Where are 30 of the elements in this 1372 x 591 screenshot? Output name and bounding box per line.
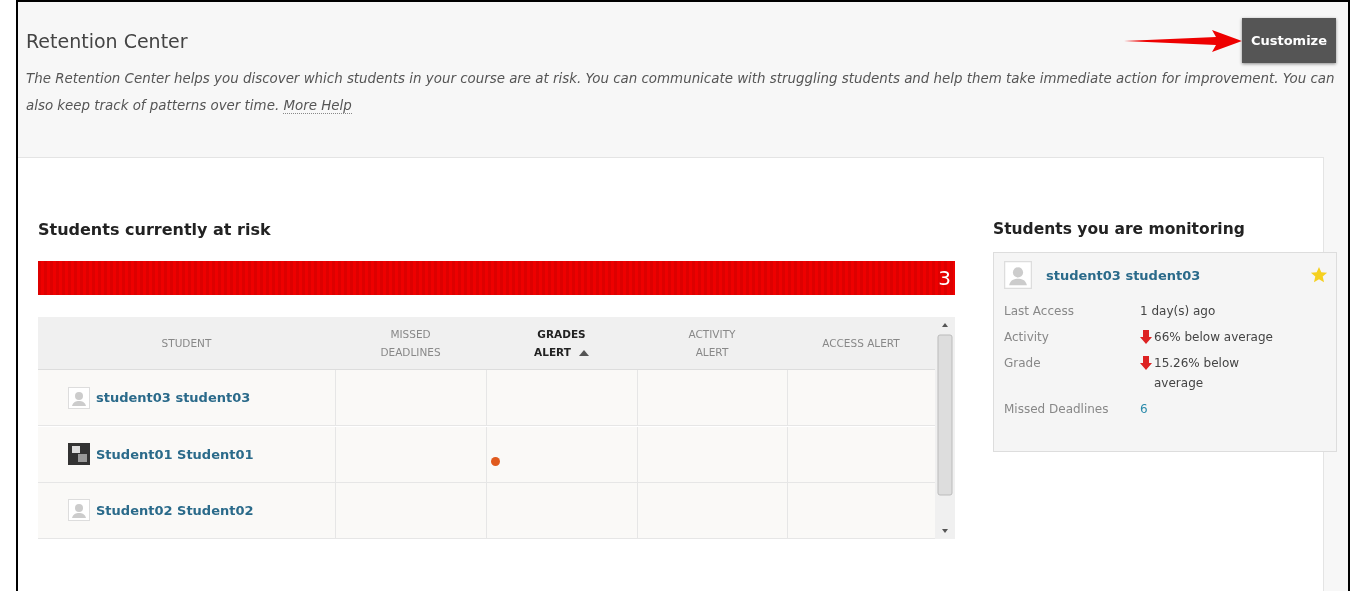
student-link[interactable]: student03 student03 (1046, 267, 1296, 283)
avatar-icon (1004, 261, 1032, 289)
avatar-icon (68, 499, 90, 522)
field-value-link[interactable]: 6 (1140, 399, 1148, 419)
avatar-image (68, 443, 90, 465)
down-arrow-icon (1140, 356, 1152, 370)
avatar-icon (68, 386, 90, 409)
more-help-link[interactable]: More Help (283, 98, 352, 114)
sort-ascending-icon (578, 350, 589, 356)
customize-button[interactable]: Customize (1241, 18, 1336, 63)
field-value: 66% below average (1154, 329, 1273, 346)
star-icon[interactable] (1310, 266, 1328, 284)
section-title: Students currently at risk (38, 220, 272, 239)
page-title: Retention Center (26, 30, 188, 52)
student-link[interactable]: student03 student03 (96, 390, 251, 406)
student-link[interactable]: Student01 Student01 (96, 446, 254, 462)
field-value: 15.26% below average (1154, 355, 1241, 392)
column-header[interactable]: ACCESS ALERT (822, 334, 900, 352)
description-text: The Retention Center helps you discover which students in your course are at risk. You can communicate with struggling students and help them take immediate action for improvement. You can also keep track of patterns over time. More Help (26, 70, 1336, 116)
student-link[interactable]: Student02 Student02 (96, 502, 254, 518)
scrollbar[interactable] (935, 317, 955, 539)
column-header[interactable]: STUDENT (161, 334, 212, 352)
section-title: Students you are monitoring (993, 220, 1246, 238)
field-label: Last Access (1004, 303, 1075, 320)
field-label: Grade (1004, 355, 1042, 372)
field-value: 1 day(s) ago (1140, 303, 1216, 320)
risk-count: 3 (938, 266, 952, 290)
down-arrow-icon (1140, 330, 1152, 344)
field-label: Missed Deadlines (1004, 401, 1110, 418)
field-label: Activity (1004, 329, 1050, 346)
